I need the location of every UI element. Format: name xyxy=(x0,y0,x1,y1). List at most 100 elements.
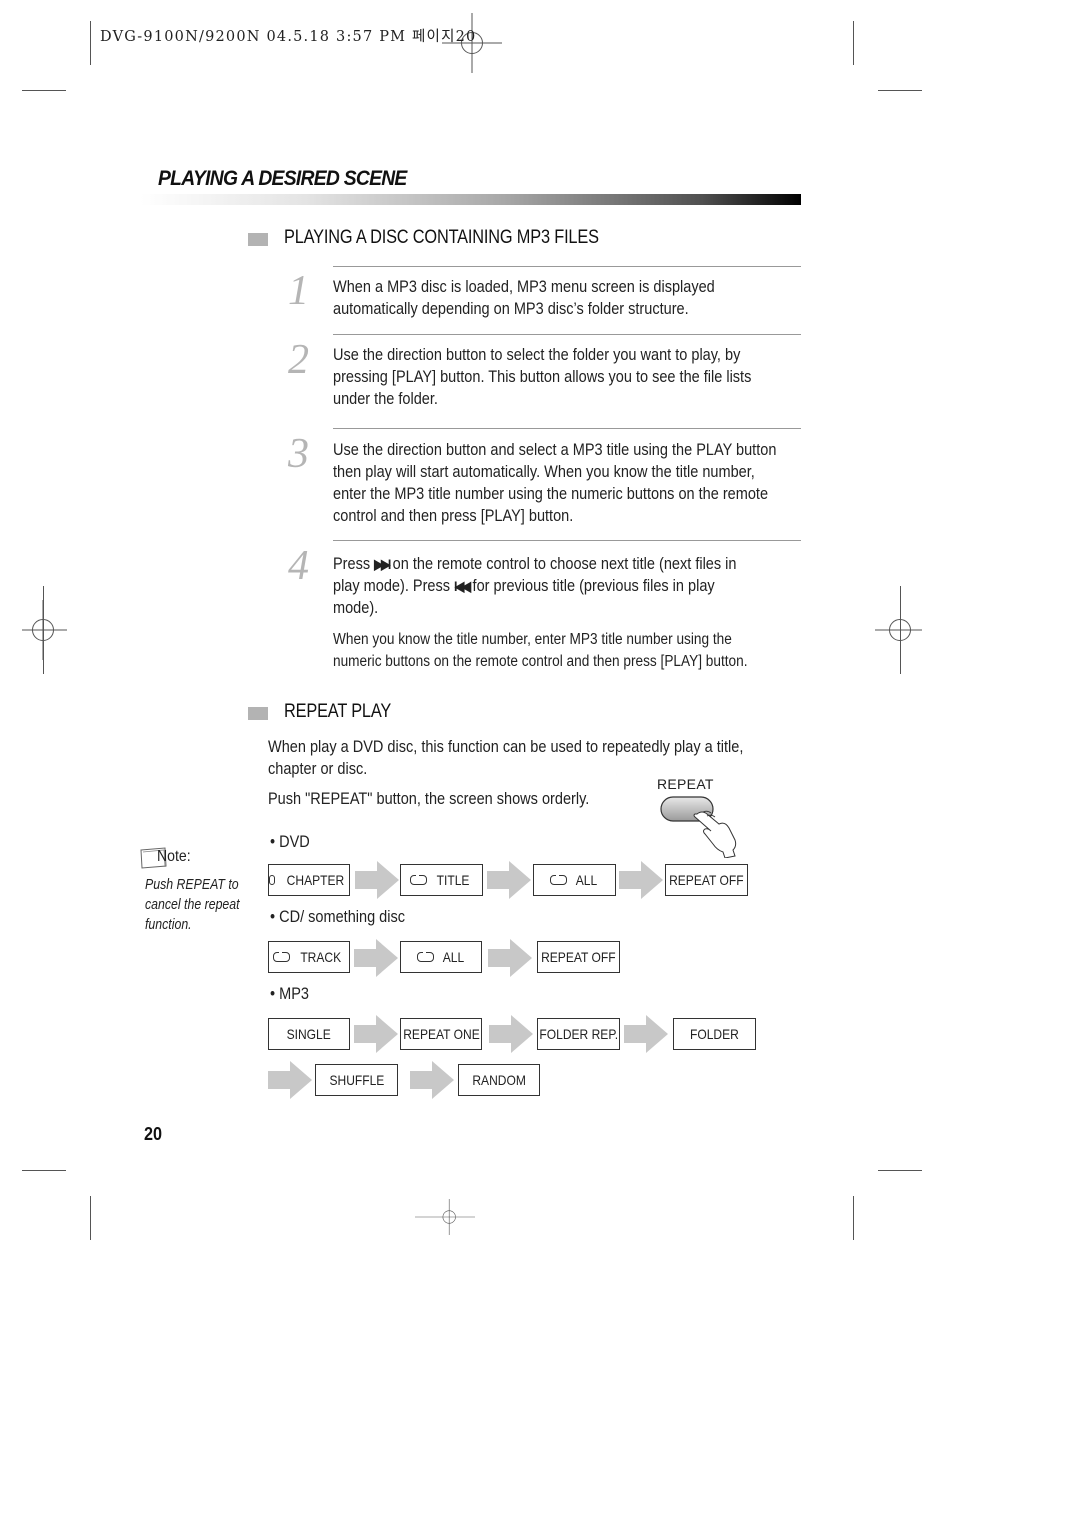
mode-box-random: RANDOM xyxy=(458,1064,540,1096)
text-line: enter the MP3 title number using the num… xyxy=(333,485,769,503)
mode-box-shuffle: SHUFFLE xyxy=(315,1064,398,1096)
mode-label: ALL xyxy=(575,872,598,888)
remote-repeat-button-icon xyxy=(660,796,737,858)
mode-label: ALL xyxy=(442,949,464,965)
section-marker-icon xyxy=(248,233,268,246)
text-line: Use the direction button to select the f… xyxy=(333,346,741,364)
crop-mark xyxy=(22,1170,66,1171)
crop-mark xyxy=(900,586,901,674)
step-number: 1 xyxy=(288,268,309,314)
text-line: play mode). Press I◀◀ for previous title… xyxy=(333,575,791,597)
mode-box-all: ALL xyxy=(400,941,482,973)
text-segment: Press xyxy=(333,555,375,573)
text-line: automatically depending on MP3 disc’s fo… xyxy=(333,300,689,318)
text-line: under the folder. xyxy=(333,390,438,408)
flow-label-cd: • CD/ something disc xyxy=(270,908,406,926)
mode-box-all: ALL xyxy=(533,864,616,896)
note-text: Push REPEAT to cancel the repeat functio… xyxy=(145,875,240,935)
mode-label: TITLE xyxy=(437,872,470,888)
print-header-slug: DVG-9100N/9200N 04.5.18 3:57 PM 페이지20 xyxy=(100,29,477,45)
mode-box-track: TRACK xyxy=(268,941,350,973)
title-gradient-bar xyxy=(140,194,801,205)
crop-mark xyxy=(22,90,66,91)
step-2-text: Use the direction button to select the f… xyxy=(333,344,791,410)
arrow-right-icon xyxy=(410,1061,454,1099)
text-line: function. xyxy=(145,917,192,933)
mode-label: REPEAT OFF xyxy=(541,949,616,965)
arrow-right-icon xyxy=(487,861,531,899)
text-line: Push REPEAT to xyxy=(145,877,239,893)
mode-label: TRACK xyxy=(300,949,342,965)
section-title-mp3: PLAYING A DISC CONTAINING MP3 FILES xyxy=(284,227,599,248)
text-line: control and then press [PLAY] button. xyxy=(333,507,574,525)
section-marker-icon xyxy=(248,707,268,720)
step-4-extra-text: When you know the title number, enter MP… xyxy=(333,629,791,673)
mode-box-folder: FOLDER xyxy=(673,1018,756,1050)
mode-label: SHUFFLE xyxy=(329,1072,384,1088)
mode-box-folder-rep: FOLDER REP. xyxy=(537,1018,620,1050)
step-number: 3 xyxy=(288,431,309,477)
arrow-right-icon xyxy=(354,1015,398,1053)
arrow-right-icon xyxy=(268,1061,312,1099)
previous-track-icon: I◀◀ xyxy=(454,578,471,594)
arrow-right-icon xyxy=(624,1015,668,1053)
mode-box-single: SINGLE xyxy=(268,1018,350,1050)
mode-label: REPEAT ONE xyxy=(402,1026,480,1042)
text-line: Press ▶▶I on the remote control to choos… xyxy=(333,553,791,575)
crop-mark xyxy=(853,1196,854,1240)
arrow-right-icon xyxy=(354,939,398,977)
step-4-text: Press ▶▶I on the remote control to choos… xyxy=(333,553,791,619)
repeat-loop-icon xyxy=(550,874,568,885)
repeat-loop-icon xyxy=(410,874,428,885)
mode-box-repeat-off: REPEAT OFF xyxy=(665,864,748,896)
text-line: When you know the title number, enter MP… xyxy=(333,631,732,648)
note-label: Note: xyxy=(157,848,191,865)
text-line: mode). xyxy=(333,599,379,617)
flow-label-mp3: • MP3 xyxy=(270,985,309,1003)
text-segment: for previous title (previous files in pl… xyxy=(468,577,715,595)
crop-mark xyxy=(90,1196,91,1240)
divider xyxy=(333,540,801,541)
mode-box-title: TITLE xyxy=(400,864,483,896)
mode-label: FOLDER REP. xyxy=(539,1026,618,1042)
divider xyxy=(333,428,801,429)
mode-label: SINGLE xyxy=(286,1026,332,1042)
text-line: pressing [PLAY] button. This button allo… xyxy=(333,368,752,386)
repeat-intro: When play a DVD disc, this function can … xyxy=(268,736,743,780)
mode-label: REPEAT OFF xyxy=(669,872,744,888)
text-line: Use the direction button and select a MP… xyxy=(333,441,777,459)
arrow-right-icon xyxy=(355,861,399,899)
next-track-icon: ▶▶I xyxy=(374,556,391,572)
divider xyxy=(333,334,801,335)
step-number: 2 xyxy=(288,337,309,383)
remote-repeat-button-label: REPEAT xyxy=(657,776,714,792)
mode-label: CHAPTER xyxy=(286,872,345,888)
registration-mark-icon xyxy=(22,600,67,660)
text-segment: play mode). Press xyxy=(333,577,455,595)
crop-mark xyxy=(43,586,44,674)
flow-label-dvd: • DVD xyxy=(270,833,310,851)
page-title: PLAYING A DESIRED SCENE xyxy=(158,167,407,190)
repeat-loop-icon xyxy=(416,951,434,962)
arrow-right-icon xyxy=(488,939,532,977)
text-line: When play a DVD disc, this function can … xyxy=(268,738,744,756)
arrow-right-icon xyxy=(619,861,663,899)
text-line: numeric buttons on the remote control an… xyxy=(333,653,748,670)
text-line: then play will start automatically. When… xyxy=(333,463,755,481)
crop-mark xyxy=(878,90,922,91)
mode-label: RANDOM xyxy=(472,1072,526,1088)
arrow-right-icon xyxy=(489,1015,533,1053)
repeat-push-text: Push "REPEAT" button, the screen shows o… xyxy=(268,790,590,808)
step-number: 4 xyxy=(288,543,309,589)
step-1-text: When a MP3 disc is loaded, MP3 menu scre… xyxy=(333,276,791,320)
mode-box-repeat-off: REPEAT OFF xyxy=(537,941,620,973)
mode-box-chapter: CHAPTER xyxy=(268,864,350,896)
page-number: 20 xyxy=(144,1124,163,1144)
repeat-loop-icon xyxy=(269,874,279,885)
text-line: When a MP3 disc is loaded, MP3 menu scre… xyxy=(333,278,715,296)
section-title-repeat: REPEAT PLAY xyxy=(284,701,392,722)
repeat-loop-icon xyxy=(273,951,291,962)
divider xyxy=(333,266,801,267)
step-3-text: Use the direction button and select a MP… xyxy=(333,439,791,527)
crop-mark xyxy=(90,21,91,65)
